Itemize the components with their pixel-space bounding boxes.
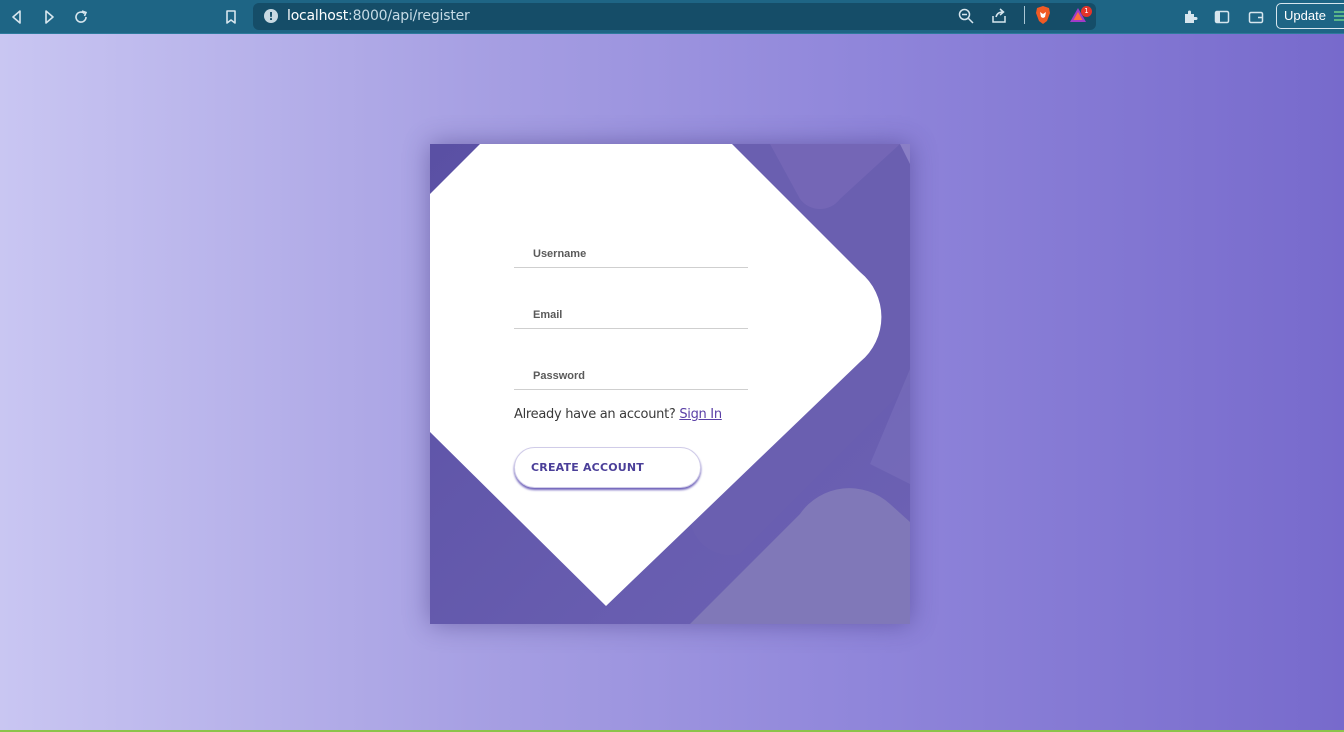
browser-toolbar: ! localhost:8000/api/register 1 Update xyxy=(0,0,1344,34)
url-host: localhost xyxy=(287,8,349,24)
menu-icon[interactable] xyxy=(1332,10,1344,22)
signin-prompt: Already have an account? xyxy=(514,407,676,422)
sidebar-icon[interactable] xyxy=(1212,7,1232,27)
username-field[interactable] xyxy=(514,240,748,268)
wallet-icon[interactable] xyxy=(1246,7,1266,27)
toolbar-separator xyxy=(1024,6,1025,24)
password-field[interactable] xyxy=(514,362,748,390)
share-icon[interactable] xyxy=(990,7,1008,25)
rewards-badge: 1 xyxy=(1081,6,1092,17)
register-card: Already have an account? Sign In CREATE … xyxy=(430,144,910,624)
brave-shields-icon[interactable] xyxy=(1034,5,1052,25)
forward-icon[interactable] xyxy=(39,7,59,27)
email-field[interactable] xyxy=(514,301,748,329)
page-background: Already have an account? Sign In CREATE … xyxy=(0,34,1344,730)
address-bar[interactable]: ! localhost:8000/api/register xyxy=(253,3,1096,30)
extensions-icon[interactable] xyxy=(1180,7,1200,27)
info-icon[interactable]: ! xyxy=(264,9,278,23)
back-icon[interactable] xyxy=(7,7,27,27)
url-text[interactable]: localhost:8000/api/register xyxy=(287,8,470,24)
reload-icon[interactable] xyxy=(71,7,91,27)
signin-row: Already have an account? Sign In xyxy=(514,407,722,422)
url-path: :8000/api/register xyxy=(348,8,470,24)
signin-link[interactable]: Sign In xyxy=(679,407,722,422)
bookmark-icon[interactable] xyxy=(221,7,241,27)
create-account-button[interactable]: CREATE ACCOUNT xyxy=(514,447,701,488)
zoom-icon[interactable] xyxy=(957,7,975,25)
